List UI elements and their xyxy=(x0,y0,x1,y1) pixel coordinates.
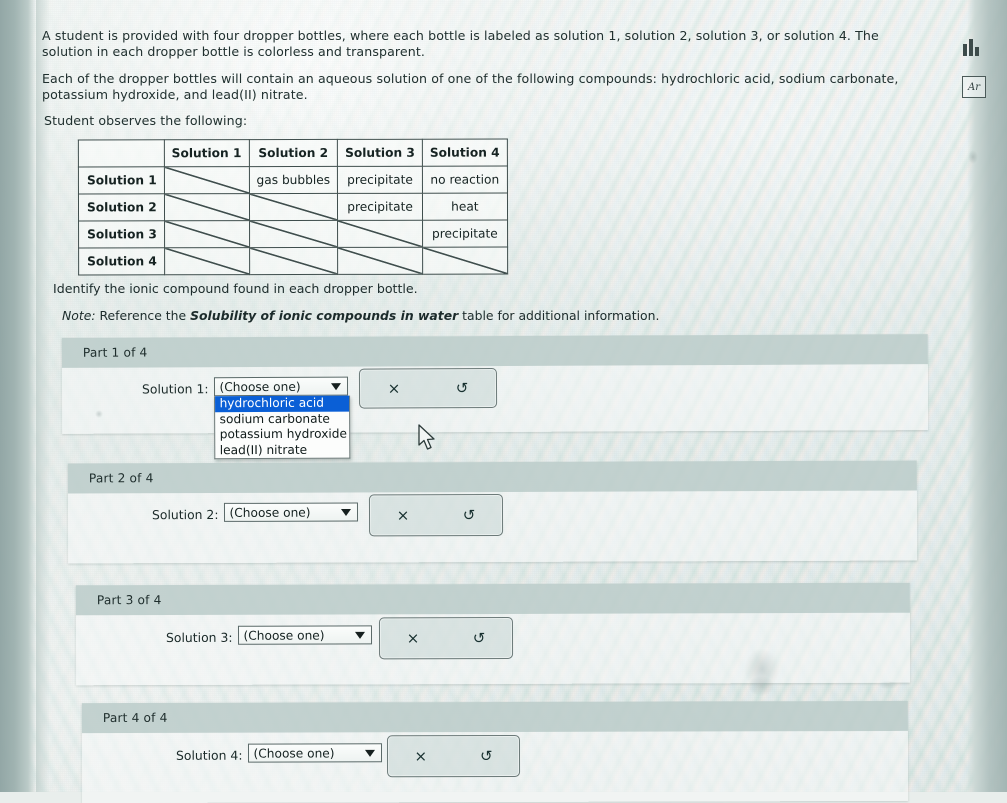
note-reference-title: Solubility of ionic compounds in water xyxy=(190,308,459,323)
periodic-table-icon[interactable]: Ar xyxy=(962,76,986,98)
part-1-panel: Part 1 of 4 Solution 1: (Choose one) hyd… xyxy=(61,334,929,460)
problem-paragraph-3: Student observes the following: xyxy=(44,113,248,128)
part-4-button-group: × ↺ xyxy=(386,734,521,778)
part-3-button-group: × ↺ xyxy=(378,616,514,660)
problem-paragraph-1: A student is provided with four dropper … xyxy=(42,28,879,59)
dropdown-option-sodium-carbonate[interactable]: sodium carbonate xyxy=(216,411,350,427)
solution-1-label: Solution 1: xyxy=(141,381,209,397)
clear-icon[interactable]: × xyxy=(401,747,441,765)
solution-4-select-value: (Choose one) xyxy=(253,745,335,761)
table-cell-struck xyxy=(164,247,250,275)
part-1-answer-row: Solution 1: (Choose one) hydrochloric ac… xyxy=(141,376,351,460)
part-3-body: Solution 3: (Choose one) × ↺ xyxy=(76,613,910,686)
problem-paragraph-2: Each of the dropper bottles will contain… xyxy=(42,71,899,102)
table-row: Solution 3 precipitate xyxy=(78,220,508,248)
part-1-body: Solution 1: (Choose one) hydrochloric ac… xyxy=(62,364,928,460)
table-column-header: Solution 2 xyxy=(248,139,338,167)
note-line: Note: Reference the Solubility of ionic … xyxy=(62,308,659,323)
solution-3-select-value: (Choose one) xyxy=(243,628,325,643)
chevron-down-icon xyxy=(365,749,376,757)
solution-3-select[interactable]: (Choose one) xyxy=(238,625,373,645)
table-row-header: Solution 4 xyxy=(78,247,165,275)
solution-4-select-wrap: (Choose one) xyxy=(248,743,383,763)
chevron-down-icon xyxy=(331,382,342,390)
dropdown-option-hydrochloric-acid[interactable]: hydrochloric acid xyxy=(215,395,350,412)
table-cell-struck xyxy=(164,220,250,248)
part-2-button-group: × ↺ xyxy=(368,493,504,537)
bar-chart-icon[interactable] xyxy=(959,36,985,58)
table-cell-struck xyxy=(422,247,508,275)
table-row: Solution 4 xyxy=(78,247,508,275)
chevron-down-icon xyxy=(341,508,352,516)
dropdown-option-potassium-hydroxide[interactable]: potassium hydroxide xyxy=(216,427,350,443)
solution-2-select[interactable]: (Choose one) xyxy=(224,502,359,522)
part-4-body: Solution 4: (Choose one) × ↺ xyxy=(82,731,908,803)
part-3-header: Part 3 of 4 xyxy=(75,582,910,616)
periodic-element-box: Ar xyxy=(962,76,986,98)
table-cell-struck xyxy=(249,220,338,248)
question-content: A student is provided with four dropper … xyxy=(0,0,1007,803)
part-4-answer-row: Solution 4: (Choose one) xyxy=(176,743,383,763)
part-2-panel: Part 2 of 4 Solution 2: (Choose one) × ↺ xyxy=(67,460,918,564)
clear-icon[interactable]: × xyxy=(383,506,423,524)
table-cell: precipitate xyxy=(337,166,423,194)
clear-icon[interactable]: × xyxy=(393,629,433,647)
table-cell: no reaction xyxy=(422,166,508,194)
solution-4-label: Solution 4: xyxy=(175,747,243,763)
table-row: Solution 2 precipitate heat xyxy=(78,193,508,221)
note-prefix: Reference the xyxy=(99,308,187,323)
table-column-header: Solution 3 xyxy=(337,139,423,167)
table-header-row: Solution 1 Solution 2 Solution 3 Solutio… xyxy=(78,139,508,167)
table-row: Solution 1 gas bubbles precipitate no re… xyxy=(78,166,508,194)
table-row-header: Solution 2 xyxy=(78,193,165,221)
note-suffix: table for additional information. xyxy=(462,308,660,323)
table-cell: precipitate xyxy=(422,220,508,248)
solution-1-select-value: (Choose one) xyxy=(219,379,301,394)
solution-4-select[interactable]: (Choose one) xyxy=(248,743,383,763)
table-corner-cell xyxy=(78,139,165,167)
identify-instruction: Identify the ionic compound found in eac… xyxy=(53,281,418,296)
table-column-header: Solution 1 xyxy=(164,139,249,167)
part-4-header: Part 4 of 4 xyxy=(81,700,908,734)
reset-icon[interactable]: ↺ xyxy=(442,379,482,397)
solution-3-label: Solution 3: xyxy=(165,629,233,646)
table-column-header: Solution 4 xyxy=(422,139,508,167)
clear-icon[interactable]: × xyxy=(374,379,414,397)
solution-1-dropdown-list[interactable]: hydrochloric acid sodium carbonate potas… xyxy=(214,395,351,460)
table-cell-struck xyxy=(164,193,250,221)
solution-2-label: Solution 2: xyxy=(151,506,219,523)
solution-3-select-wrap: (Choose one) xyxy=(238,625,373,645)
table-row-header: Solution 1 xyxy=(78,166,165,194)
note-label: Note: xyxy=(62,308,96,323)
part-2-answer-row: Solution 2: (Choose one) xyxy=(152,502,359,522)
solution-2-select-wrap: (Choose one) xyxy=(224,502,359,522)
solution-1-select[interactable]: (Choose one) xyxy=(214,376,349,397)
solution-1-select-wrap: (Choose one) hydrochloric acid sodium ca… xyxy=(214,376,351,460)
part-3-answer-row: Solution 3: (Choose one) xyxy=(166,625,373,645)
table-cell-struck xyxy=(337,220,423,248)
table-cell: heat xyxy=(422,193,508,221)
table-cell-struck xyxy=(249,193,338,221)
solution-2-select-value: (Choose one) xyxy=(229,505,311,520)
table-cell-struck xyxy=(249,247,338,275)
table-cell: gas bubbles xyxy=(248,166,338,194)
reset-icon[interactable]: ↺ xyxy=(459,629,499,647)
table-row-header: Solution 3 xyxy=(78,220,165,248)
observation-table: Solution 1 Solution 2 Solution 3 Solutio… xyxy=(77,138,508,276)
reset-icon[interactable]: ↺ xyxy=(466,747,506,765)
part-2-body: Solution 2: (Choose one) × ↺ xyxy=(68,491,917,564)
chevron-down-icon xyxy=(355,631,366,639)
reset-icon[interactable]: ↺ xyxy=(449,506,489,524)
screen-smudge xyxy=(968,150,978,164)
dropdown-option-lead-ii-nitrate[interactable]: lead(II) nitrate xyxy=(216,442,350,458)
table-cell: precipitate xyxy=(337,193,423,221)
part-1-header: Part 1 of 4 xyxy=(61,334,928,368)
part-3-panel: Part 3 of 4 Solution 3: (Choose one) × ↺ xyxy=(75,582,911,686)
table-cell-struck xyxy=(337,247,423,275)
table-cell-struck xyxy=(164,166,250,194)
part-1-button-group: × ↺ xyxy=(358,367,498,409)
part-4-panel: Part 4 of 4 Solution 4: (Choose one) × ↺ xyxy=(81,700,909,803)
part-2-header: Part 2 of 4 xyxy=(67,460,917,494)
